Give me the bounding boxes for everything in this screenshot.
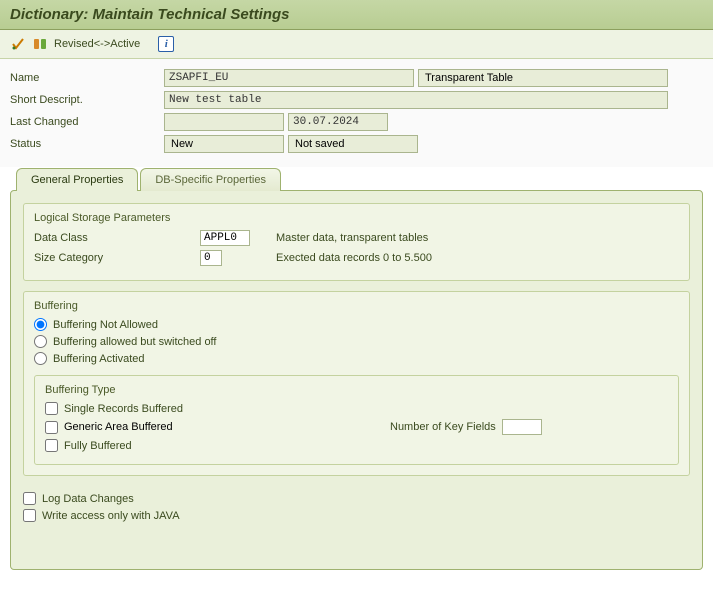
tab-db-specific-properties[interactable]: DB-Specific Properties bbox=[140, 168, 281, 191]
generic-area-checkbox[interactable] bbox=[45, 421, 58, 434]
write-java-checkbox[interactable] bbox=[23, 509, 36, 522]
last-changed-label: Last Changed bbox=[10, 116, 160, 128]
title-bar: Dictionary: Maintain Technical Settings bbox=[0, 0, 713, 30]
toolbar: Revised<->Active i bbox=[0, 30, 713, 59]
info-icon[interactable]: i bbox=[158, 36, 174, 52]
activate-icon[interactable] bbox=[10, 36, 26, 52]
status-label: Status bbox=[10, 138, 160, 150]
table-type-display: Transparent Table bbox=[418, 69, 668, 87]
status-value2: Not saved bbox=[288, 135, 418, 153]
logical-storage-group: Logical Storage Parameters Data Class Ma… bbox=[23, 203, 690, 281]
name-input[interactable] bbox=[164, 69, 414, 87]
buffering-type-title: Buffering Type bbox=[45, 384, 668, 396]
data-class-input[interactable] bbox=[200, 230, 250, 246]
single-records-checkbox[interactable] bbox=[45, 402, 58, 415]
bottom-checks: Log Data Changes Write access only with … bbox=[23, 492, 690, 522]
buffering-activated-label: Buffering Activated bbox=[53, 353, 145, 365]
tab-strip: General Properties DB-Specific Propertie… bbox=[16, 168, 703, 191]
num-key-fields-input[interactable] bbox=[502, 419, 542, 435]
size-category-input[interactable] bbox=[200, 250, 222, 266]
short-desc-input[interactable] bbox=[164, 91, 668, 109]
tab-general-properties[interactable]: General Properties bbox=[16, 168, 138, 191]
buffering-not-allowed-radio[interactable] bbox=[34, 318, 47, 331]
fully-buffered-checkbox[interactable] bbox=[45, 439, 58, 452]
data-class-desc: Master data, transparent tables bbox=[276, 232, 428, 244]
short-desc-label: Short Descript. bbox=[10, 94, 160, 106]
data-class-label: Data Class bbox=[34, 232, 194, 244]
logical-storage-title: Logical Storage Parameters bbox=[34, 212, 679, 224]
fully-buffered-label: Fully Buffered bbox=[64, 440, 132, 452]
buffering-switched-off-radio[interactable] bbox=[34, 335, 47, 348]
generic-area-label: Generic Area Buffered bbox=[64, 421, 384, 433]
revised-active-label[interactable]: Revised<->Active bbox=[54, 38, 140, 50]
tabs-container: General Properties DB-Specific Propertie… bbox=[0, 167, 713, 570]
page-title: Dictionary: Maintain Technical Settings bbox=[10, 6, 703, 23]
last-changed-date-input[interactable] bbox=[288, 113, 388, 131]
log-data-changes-checkbox[interactable] bbox=[23, 492, 36, 505]
buffering-activated-radio[interactable] bbox=[34, 352, 47, 365]
buffering-not-allowed-label: Buffering Not Allowed bbox=[53, 319, 158, 331]
buffering-group: Buffering Buffering Not Allowed Bufferin… bbox=[23, 291, 690, 476]
tab-body: Logical Storage Parameters Data Class Ma… bbox=[10, 190, 703, 570]
header-form: Name Transparent Table Short Descript. L… bbox=[0, 59, 713, 167]
log-data-changes-label: Log Data Changes bbox=[42, 493, 134, 505]
size-category-desc: Exected data records 0 to 5.500 bbox=[276, 252, 432, 264]
name-label: Name bbox=[10, 72, 160, 84]
status-value1: New bbox=[164, 135, 284, 153]
toggle-icon[interactable] bbox=[32, 36, 48, 52]
buffering-switched-off-label: Buffering allowed but switched off bbox=[53, 336, 216, 348]
buffering-type-group: Buffering Type Single Records Buffered G… bbox=[34, 375, 679, 465]
size-category-label: Size Category bbox=[34, 252, 194, 264]
write-java-label: Write access only with JAVA bbox=[42, 510, 180, 522]
num-key-fields-label: Number of Key Fields bbox=[390, 421, 496, 433]
single-records-label: Single Records Buffered bbox=[64, 403, 183, 415]
last-changed-by-input[interactable] bbox=[164, 113, 284, 131]
buffering-title: Buffering bbox=[34, 300, 679, 312]
